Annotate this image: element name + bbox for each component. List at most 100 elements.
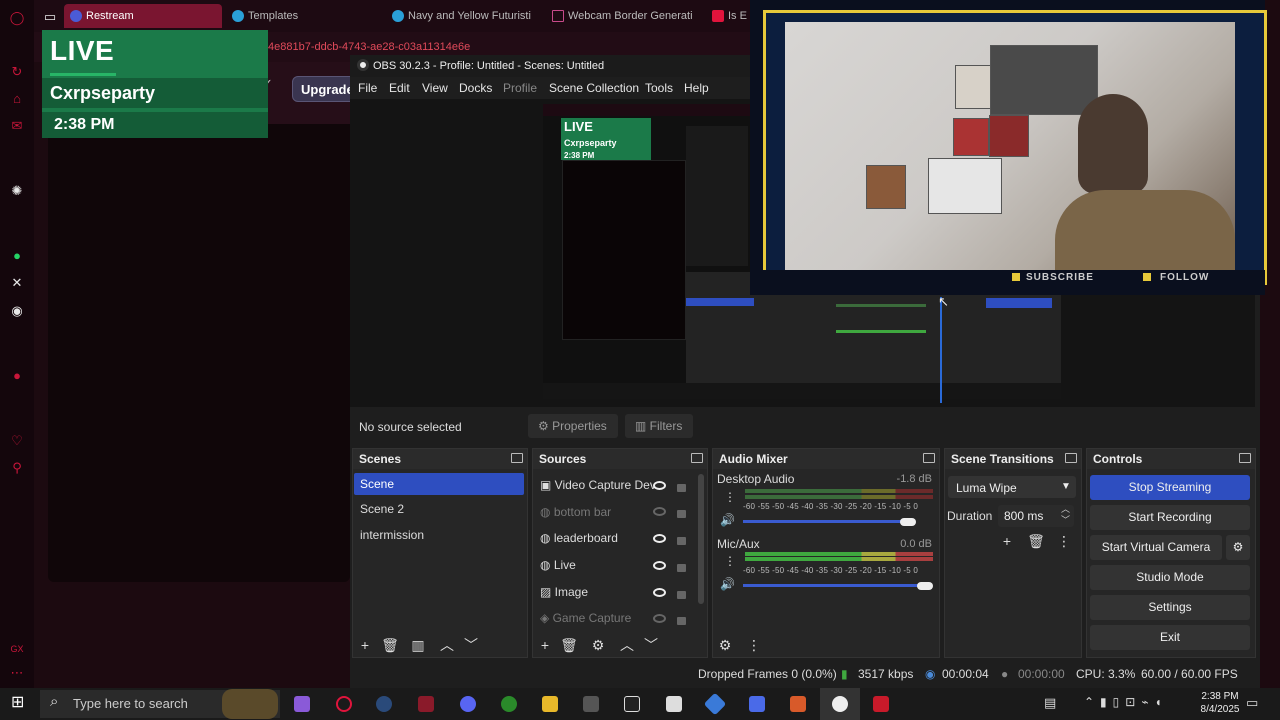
stop-streaming-button[interactable]: Stop Streaming [1090, 475, 1250, 500]
menu-docks[interactable]: Docks [459, 81, 492, 95]
menu-edit[interactable]: Edit [389, 81, 410, 95]
menu-tools[interactable]: Tools [645, 81, 673, 95]
menu-file[interactable]: File [358, 81, 377, 95]
visibility-eye-icon[interactable] [653, 534, 666, 543]
studio-mode-button[interactable]: Studio Mode [1090, 565, 1250, 590]
visibility-eye-off-icon[interactable] [653, 507, 666, 516]
capcut-icon[interactable] [624, 696, 640, 712]
visibility-eye-icon[interactable] [653, 481, 666, 490]
source-item[interactable]: ▣ Video Capture Dev [540, 478, 656, 492]
mail-icon[interactable]: ✉ [9, 118, 25, 134]
add-source-icon[interactable]: + [536, 636, 554, 654]
visibility-eye-icon[interactable] [653, 561, 666, 570]
move-down-icon[interactable]: ﹀ [462, 636, 480, 654]
source-settings-icon[interactable]: ⚙ [589, 636, 607, 654]
move-up-icon[interactable]: ︿ [438, 636, 456, 654]
tab-restream[interactable]: Restream [64, 4, 222, 28]
roblox-icon[interactable] [666, 696, 682, 712]
lock-icon[interactable] [677, 591, 686, 599]
undock-icon[interactable] [691, 453, 703, 463]
tab-navy-yellow[interactable]: Navy and Yellow Futuristi [386, 4, 536, 28]
lock-icon[interactable] [677, 484, 686, 492]
tab-webcam-border[interactable]: Webcam Border Generati [546, 4, 696, 28]
xbox-icon[interactable] [501, 696, 517, 712]
speaker-icon[interactable]: 🔊 [720, 577, 735, 591]
taskbar-clock[interactable]: 2:38 PM 8/4/2025 [1190, 690, 1250, 716]
scene-item[interactable]: Scene 2 [360, 502, 404, 516]
source-item[interactable]: ◍ bottom bar [540, 505, 611, 519]
app-blue-icon[interactable] [749, 696, 765, 712]
app-colorful-icon[interactable] [790, 696, 806, 712]
sources-scrollbar[interactable] [698, 474, 704, 604]
start-recording-button[interactable]: Start Recording [1090, 505, 1250, 530]
discord-icon[interactable]: ◉ [9, 303, 25, 319]
file-explorer-icon[interactable] [542, 696, 558, 712]
add-transition-icon[interactable]: + [998, 532, 1016, 550]
start-virtual-camera-button[interactable]: Start Virtual Camera [1090, 535, 1222, 560]
source-item[interactable]: ◈ Game Capture [540, 611, 631, 625]
scene-item[interactable]: intermission [360, 528, 424, 542]
undock-icon[interactable] [1239, 453, 1251, 463]
transition-menu-icon[interactable]: ⋮ [1055, 532, 1073, 550]
filters-button[interactable]: ▥ Filters [625, 414, 693, 438]
source-item[interactable]: ◍ leaderboard [540, 531, 618, 545]
mixer-menu-icon[interactable]: ⋮ [745, 636, 763, 654]
duration-stepper-icon[interactable]: ︿ ﹀ [1061, 504, 1070, 526]
mic-volume-track[interactable] [743, 584, 925, 587]
mixer-settings-icon[interactable]: ⚙ [716, 636, 734, 654]
properties-button[interactable]: ⚙ Properties [528, 414, 618, 438]
more-icon[interactable]: ⋯ [9, 665, 25, 681]
undock-icon[interactable] [923, 453, 935, 463]
undock-icon[interactable] [1065, 453, 1077, 463]
music-icon[interactable]: ● [9, 368, 25, 384]
windows-start-icon[interactable]: ⊞ [11, 694, 29, 712]
favorites-icon[interactable]: ♡ [9, 433, 25, 449]
source-item[interactable]: ◍ Live [540, 558, 576, 572]
tab-templates[interactable]: Templates [226, 4, 376, 28]
opera-gx-icon[interactable] [336, 696, 352, 712]
lock-icon[interactable] [677, 564, 686, 572]
notification-icon[interactable]: ▭ [1246, 695, 1258, 711]
channel-menu-icon[interactable]: ⋮ [724, 554, 736, 568]
tab-youtube[interactable]: Is E [706, 4, 750, 28]
pin-icon[interactable]: ⚲ [9, 460, 25, 476]
copilot-icon[interactable] [294, 696, 310, 712]
app-icon[interactable] [418, 696, 434, 712]
menu-scene-collection[interactable]: Scene Collection [549, 81, 639, 95]
settings-app-icon[interactable] [583, 696, 599, 712]
desktop-volume-track[interactable] [743, 520, 907, 523]
speaker-icon[interactable]: 🔊 [720, 513, 735, 527]
move-up-icon[interactable]: ︿ [618, 636, 636, 654]
scene-item[interactable]: Scene [360, 477, 394, 491]
discord-icon[interactable] [460, 696, 476, 712]
chatgpt-icon[interactable]: ✺ [9, 183, 25, 199]
window-icon[interactable]: ▭ [42, 9, 58, 25]
whatsapp-icon[interactable]: ● [9, 248, 25, 264]
menu-icon[interactable]: ◯ [9, 10, 25, 26]
steam-icon[interactable] [376, 696, 392, 712]
mic-volume-knob[interactable] [917, 582, 933, 590]
virtual-camera-settings-icon[interactable]: ⚙ [1226, 535, 1250, 560]
remove-scene-icon[interactable]: 🗑 [381, 636, 399, 654]
source-item[interactable]: ▨ Image [540, 585, 588, 599]
app-red-icon[interactable] [873, 696, 889, 712]
lock-icon[interactable] [677, 617, 686, 625]
menu-help[interactable]: Help [684, 81, 709, 95]
visibility-eye-icon[interactable] [653, 588, 666, 597]
visibility-eye-off-icon[interactable] [653, 614, 666, 623]
system-tray-icons[interactable]: ⌃▮▯⊡⌁◖ [1084, 695, 1168, 709]
news-icon[interactable]: ▤ [1044, 695, 1056, 711]
undock-icon[interactable] [511, 453, 523, 463]
lock-icon[interactable] [677, 510, 686, 518]
move-down-icon[interactable]: ﹀ [642, 636, 660, 654]
add-scene-icon[interactable]: + [356, 636, 374, 654]
settings-button[interactable]: Settings [1090, 595, 1250, 620]
url-text[interactable]: 4e881b7-ddcb-4743-ae28-c03a11314e6e [268, 41, 470, 53]
shop-icon[interactable]: ⌂ [9, 91, 25, 107]
lock-icon[interactable] [677, 537, 686, 545]
x-icon[interactable]: ✕ [9, 275, 25, 291]
refresh-icon[interactable]: ↻ [9, 64, 25, 80]
remove-source-icon[interactable]: 🗑 [560, 636, 578, 654]
scene-filter-icon[interactable]: ▥ [409, 636, 427, 654]
desktop-volume-knob[interactable] [900, 518, 916, 526]
